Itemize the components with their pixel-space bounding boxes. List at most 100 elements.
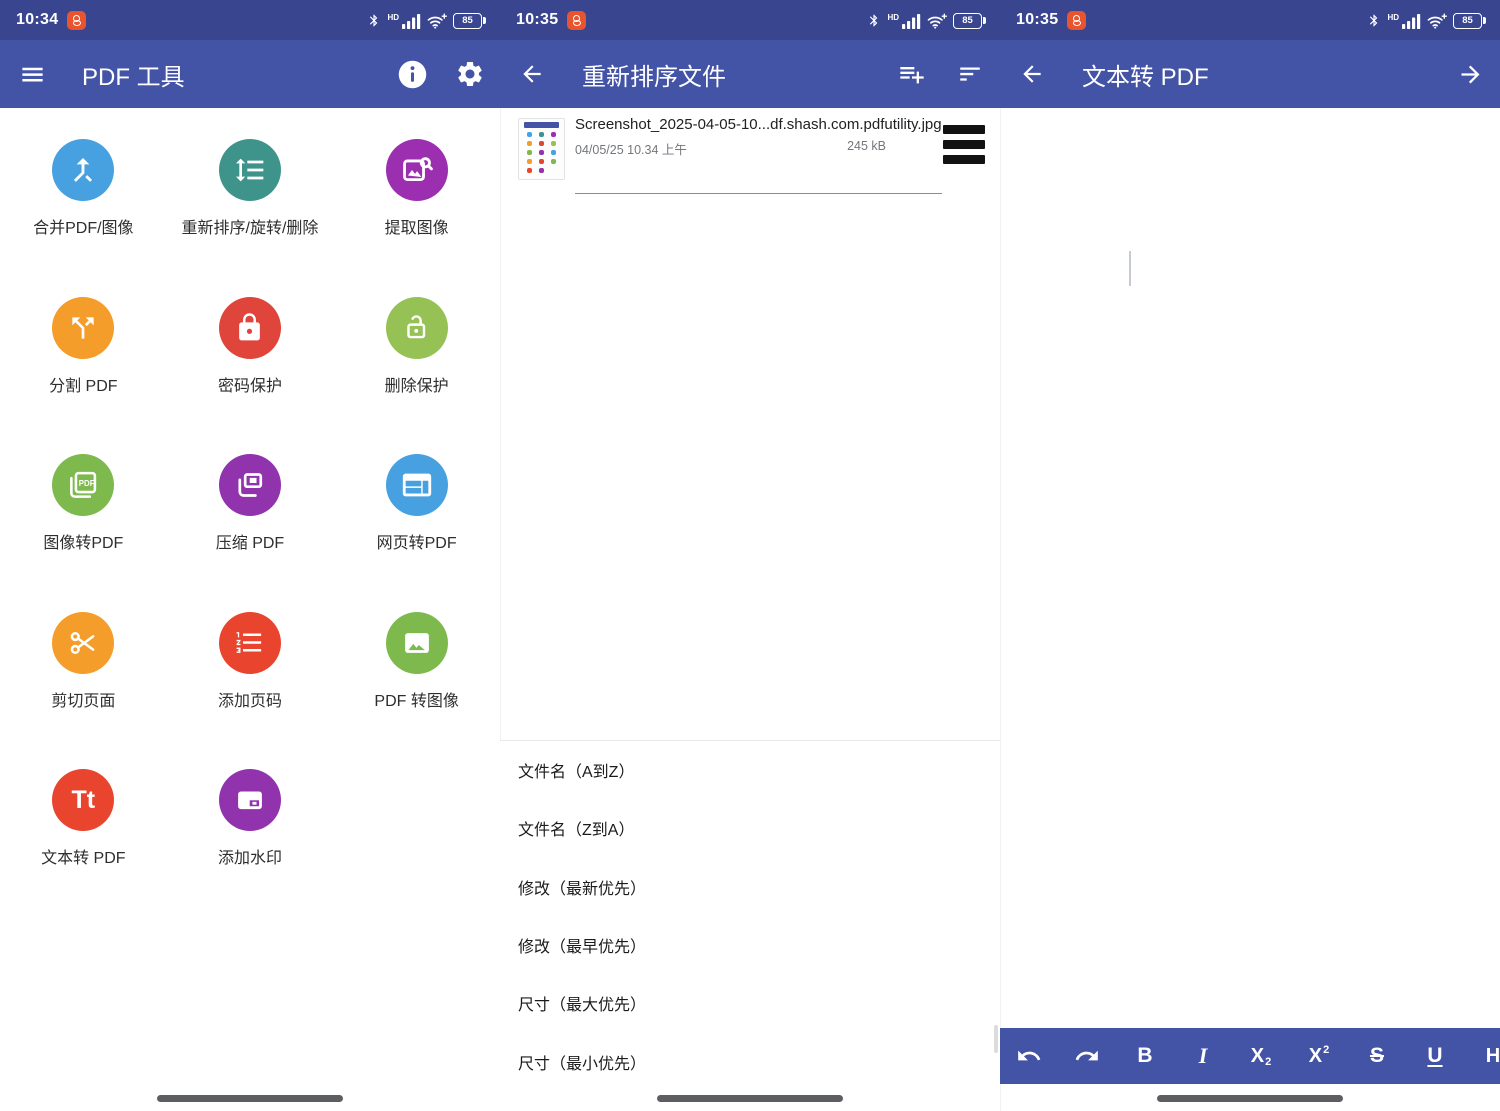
clock: 10:35 <box>1016 11 1058 29</box>
menu-icon[interactable] <box>10 52 54 96</box>
underline-icon[interactable]: U <box>1406 1028 1464 1084</box>
tool-label: 密码保护 <box>218 372 282 396</box>
file-size: 245 kB <box>847 139 886 158</box>
battery-level: 85 <box>462 15 473 26</box>
add-files-icon[interactable] <box>890 52 934 96</box>
tool-merge-pdf-image[interactable]: 合并PDF/图像 <box>0 139 167 297</box>
tool-label: 剪切页面 <box>51 687 115 711</box>
gear-icon[interactable] <box>448 52 492 96</box>
tool-compress-pdf[interactable]: 压缩 PDF <box>167 454 334 612</box>
file-thumbnail <box>518 118 565 180</box>
strikethrough-icon[interactable]: S <box>1348 1028 1406 1084</box>
back-arrow-icon[interactable] <box>510 52 554 96</box>
pdfdoc-icon: PDF <box>52 454 114 516</box>
layers-icon <box>219 454 281 516</box>
divider <box>575 193 942 194</box>
sort-option[interactable]: 修改（最新优先） <box>500 858 1000 916</box>
file-list-item[interactable]: Screenshot_2025-04-05-10...df.shash.com.… <box>500 116 1000 180</box>
numlist-icon <box>219 612 281 674</box>
scissors-icon <box>52 612 114 674</box>
notification-app-icon <box>567 11 586 30</box>
page-title: PDF 工具 <box>82 57 185 92</box>
hd-label: HD <box>887 13 899 22</box>
tool-text-to-pdf[interactable]: Tt 文本转 PDF <box>0 769 167 927</box>
tool-cut-pages[interactable]: 剪切页面 <box>0 612 167 770</box>
battery-icon: 85 <box>453 13 486 29</box>
text-cursor <box>1129 251 1131 286</box>
screen-pdf-tools: 10:34 HD 85 PDF 工具 合并PDF/图像 重新排序/旋转/删除提取图像… <box>0 0 500 1111</box>
merge-icon <box>52 139 114 201</box>
scrollbar-thumb[interactable] <box>994 1025 998 1053</box>
status-bar: 10:35 HD85 <box>500 0 1000 40</box>
sort-icon[interactable] <box>948 52 992 96</box>
tool-split-pdf[interactable]: 分割 PDF <box>0 297 167 455</box>
format-toolbar: BIX2X2SUH <box>1000 1028 1500 1084</box>
sort-option[interactable]: 尺寸（最小优先） <box>500 1032 1000 1090</box>
web-icon <box>386 454 448 516</box>
tool-image-to-pdf[interactable]: PDF图像转PDF <box>0 454 167 612</box>
gesture-nav-handle[interactable] <box>157 1095 343 1102</box>
wifi-icon <box>427 13 447 29</box>
notification-app-icon <box>1067 11 1086 30</box>
redo-icon[interactable] <box>1058 1028 1116 1084</box>
file-name: Screenshot_2025-04-05-10...df.shash.com.… <box>575 116 942 133</box>
status-icons: HD 85 <box>367 12 486 29</box>
battery-icon: 85 <box>1453 13 1486 29</box>
tool-add-page-numbers[interactable]: 添加页码 <box>167 612 334 770</box>
sort-option[interactable]: 尺寸（最大优先） <box>500 974 1000 1032</box>
app-bar: PDF 工具 <box>0 40 500 108</box>
sort-option[interactable]: 文件名（A到Z） <box>500 741 1000 799</box>
tool-label: PDF 转图像 <box>374 687 458 711</box>
battery-level: 85 <box>1462 15 1473 26</box>
sort-option[interactable]: 文件名（Z到A） <box>500 799 1000 857</box>
battery-icon: 85 <box>953 13 986 29</box>
watermark-icon <box>219 769 281 831</box>
signal-icon <box>1402 14 1421 29</box>
tt-icon: Tt <box>52 769 114 831</box>
gesture-nav-handle[interactable] <box>1157 1095 1343 1102</box>
tool-extract-images[interactable]: 提取图像 <box>333 139 500 297</box>
tool-reorder-rotate-delete[interactable]: 重新排序/旋转/删除 <box>167 139 334 297</box>
tool-add-watermark[interactable]: 添加水印 <box>167 769 334 927</box>
tool-web-to-pdf[interactable]: 网页转PDF <box>333 454 500 612</box>
page-title: 文本转 PDF <box>1082 57 1209 92</box>
tool-pdf-to-image[interactable]: PDF 转图像 <box>333 612 500 770</box>
status-bar: 10:34 HD 85 <box>0 0 500 40</box>
imagesearch-icon <box>386 139 448 201</box>
tool-label: 文本转 PDF <box>41 844 125 868</box>
notification-app-icon <box>67 11 86 30</box>
back-arrow-icon[interactable] <box>1010 52 1054 96</box>
split-icon <box>52 297 114 359</box>
tool-remove-protection[interactable]: 删除保护 <box>333 297 500 455</box>
undo-icon[interactable] <box>1000 1028 1058 1084</box>
tool-label: 合并PDF/图像 <box>33 214 133 238</box>
tool-label: 添加水印 <box>218 844 282 868</box>
drag-handle-icon[interactable] <box>943 125 985 180</box>
forward-arrow-icon[interactable] <box>1448 52 1492 96</box>
tool-label: 重新排序/旋转/删除 <box>182 214 319 238</box>
image-icon <box>386 612 448 674</box>
screen-text-to-pdf: 10:35 HD85 文本转 PDF BIX2X2SUH <box>1000 0 1500 1111</box>
linespacing-icon <box>219 139 281 201</box>
sort-option[interactable]: 修改（最早优先） <box>500 916 1000 974</box>
bold-icon[interactable]: B <box>1116 1028 1174 1084</box>
tool-label: 分割 PDF <box>49 372 117 396</box>
clock: 10:34 <box>16 11 58 29</box>
superscript-icon[interactable]: X2 <box>1290 1028 1348 1084</box>
hd-label: HD <box>1387 13 1399 22</box>
battery-level: 85 <box>962 15 973 26</box>
info-icon[interactable] <box>390 52 434 96</box>
triple-screenshot-canvas: 10:34 HD 85 PDF 工具 合并PDF/图像 重新排序/旋转/删除提取图像… <box>0 0 1500 1111</box>
signal-icon <box>902 14 921 29</box>
file-date: 04/05/25 10.34 上午 <box>575 139 687 158</box>
wifi-icon <box>927 13 947 29</box>
gesture-nav-handle[interactable] <box>657 1095 843 1102</box>
subscript-icon[interactable]: X2 <box>1232 1028 1290 1084</box>
tool-password-protect[interactable]: 密码保护 <box>167 297 334 455</box>
status-bar: 10:35 HD 85 <box>1000 0 1500 40</box>
sort-options: 文件名（A到Z）文件名（Z到A）修改（最新优先）修改（最早优先）尺寸（最大优先）… <box>500 741 1000 1091</box>
italic-icon[interactable]: I <box>1174 1028 1232 1084</box>
text-editor-area[interactable] <box>1000 108 1500 1028</box>
heading-icon[interactable]: H <box>1464 1028 1500 1084</box>
hd-label: HD <box>387 13 399 22</box>
